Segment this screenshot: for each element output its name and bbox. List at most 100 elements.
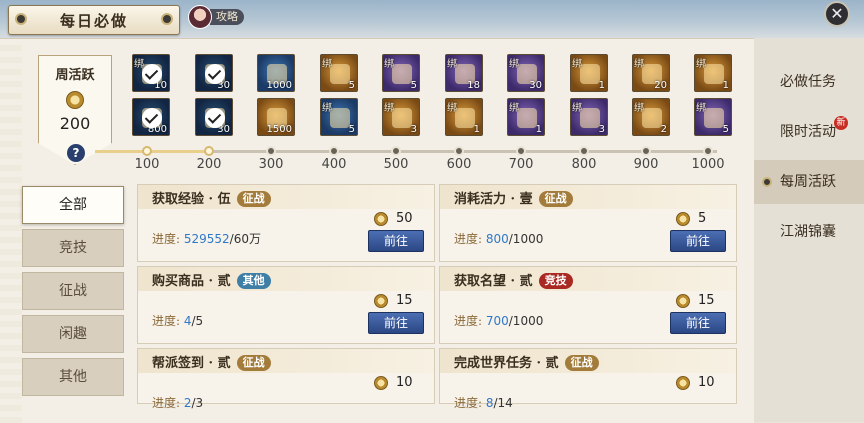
reward-item[interactable]: 绑3: [382, 98, 420, 136]
claimed-check-icon: [205, 108, 225, 128]
task-progress: 进度: 8/14: [454, 394, 513, 411]
reward-item[interactable]: 800: [132, 98, 170, 136]
task-reward-value: 10: [396, 375, 413, 390]
task-name: 购买商品 · 贰: [152, 274, 231, 289]
bound-tag: 绑: [384, 103, 394, 114]
top-bar: 每日必做 攻略 ✕: [0, 0, 864, 38]
milestone-label: 500: [383, 157, 409, 172]
task-progress: 进度: 800/1000: [454, 230, 543, 247]
milestone-label: 600: [446, 157, 472, 172]
task-card: 帮派签到 · 贰征战 10 进度: 2/3: [137, 348, 435, 410]
reward-item-icon: [392, 64, 412, 84]
close-button[interactable]: ✕: [824, 1, 850, 27]
task-card: 消耗活力 · 壹征战 5 进度: 800/1000 前往: [439, 184, 737, 262]
reward-item[interactable]: 绑5: [382, 54, 420, 92]
reward-item[interactable]: 绑5: [320, 54, 358, 92]
bound-tag: 绑: [322, 59, 332, 70]
reward-item[interactable]: 绑5: [694, 98, 732, 136]
milestone-node: [641, 146, 651, 156]
reward-item[interactable]: 绑 18: [445, 54, 483, 92]
go-button[interactable]: 前往: [670, 312, 726, 334]
progress-total: /5: [191, 314, 204, 328]
progress-label: 进度:: [454, 314, 486, 328]
task-title: 购买商品 · 贰其他: [152, 270, 271, 289]
reward-item-icon: [517, 108, 537, 128]
reward-item[interactable]: 绑1: [570, 54, 608, 92]
milestone-label: 1000: [691, 157, 725, 172]
task-category-badge: 竞技: [538, 273, 573, 289]
reward-item[interactable]: 30: [195, 98, 233, 136]
task-name: 完成世界任务 · 贰: [454, 356, 559, 371]
progress-current: 529552: [183, 232, 230, 246]
reward-item[interactable]: 30: [195, 54, 233, 92]
reward-coin-icon: [374, 376, 388, 390]
bound-tag: 绑: [696, 59, 706, 70]
reward-coin-icon: [374, 294, 388, 308]
reward-count: 1000: [266, 80, 292, 91]
reward-item[interactable]: 绑1: [694, 54, 732, 92]
task-card: 获取经验 · 伍征战 50 进度: 529552/60万 前往: [137, 184, 435, 262]
progress-current: 4: [183, 314, 192, 328]
task-card: 获取名望 · 贰竞技 15 进度: 700/1000 前往: [439, 266, 737, 344]
category-tab[interactable]: 全部: [22, 186, 124, 224]
reward-coin-icon: [676, 294, 690, 308]
bound-tag: 绑: [322, 103, 332, 114]
go-button[interactable]: 前往: [368, 312, 424, 334]
category-tab[interactable]: 征战: [22, 272, 124, 310]
task-category-badge: 征战: [538, 191, 573, 207]
reward-item[interactable]: 绑 20: [632, 54, 670, 92]
reward-item[interactable]: 绑 30: [507, 54, 545, 92]
task-progress: 进度: 4/5: [152, 312, 203, 329]
reward-count: 1: [722, 80, 729, 91]
task-category-badge: 征战: [564, 355, 599, 371]
reward-item-icon: [704, 108, 724, 128]
task-title: 获取经验 · 伍征战: [152, 188, 271, 207]
progress-current: 700: [485, 314, 509, 328]
task-card: 购买商品 · 贰其他 15 进度: 4/5 前往: [137, 266, 435, 344]
reward-item[interactable]: 绑5: [320, 98, 358, 136]
task-category-badge: 征战: [236, 191, 271, 207]
reward-item[interactable]: 1500: [257, 98, 295, 136]
page-title: 每日必做: [59, 12, 128, 30]
guide-button[interactable]: 攻略: [188, 5, 248, 29]
reward-count: 1500: [266, 124, 292, 135]
nav-item[interactable]: 限时活动新: [754, 110, 864, 154]
reward-item[interactable]: 绑 10: [132, 54, 170, 92]
category-tab[interactable]: 闲趣: [22, 315, 124, 353]
activity-title: 周活跃: [55, 68, 95, 83]
reward-count: 1: [598, 80, 605, 91]
go-button[interactable]: 前往: [670, 230, 726, 252]
milestone-node: [703, 146, 713, 156]
milestone-node: [204, 146, 214, 156]
claimed-check-icon: [142, 108, 162, 128]
reward-item[interactable]: 绑1: [507, 98, 545, 136]
nav-item[interactable]: 必做任务: [754, 60, 864, 104]
reward-item[interactable]: 绑3: [570, 98, 608, 136]
reward-item[interactable]: 绑2: [632, 98, 670, 136]
progress-current: 800: [485, 232, 509, 246]
progress-total: /1000: [508, 232, 544, 246]
reward-count: 2: [660, 124, 667, 135]
milestone-node: [266, 146, 276, 156]
bound-tag: 绑: [509, 59, 519, 70]
bound-tag: 绑: [572, 103, 582, 114]
reward-item[interactable]: 1000: [257, 54, 295, 92]
help-icon[interactable]: ?: [67, 144, 85, 162]
milestone-label: 900: [633, 157, 659, 172]
category-tab[interactable]: 其他: [22, 358, 124, 396]
nav-item[interactable]: 每周活跃: [754, 160, 864, 204]
nav-item[interactable]: 江湖锦囊: [754, 210, 864, 254]
claimed-check-icon: [205, 64, 225, 84]
progress-label: 进度:: [454, 232, 486, 246]
milestone-label: 700: [508, 157, 534, 172]
reward-item[interactable]: 绑1: [445, 98, 483, 136]
reward-count: 5: [722, 124, 729, 135]
task-name: 获取名望 · 贰: [454, 274, 533, 289]
progress-total: /60万: [229, 232, 261, 246]
task-title: 帮派签到 · 贰征战: [152, 352, 271, 371]
category-tab[interactable]: 竞技: [22, 229, 124, 267]
reward-item-icon: [455, 108, 475, 128]
milestone-node: [142, 146, 152, 156]
task-reward-value: 15: [698, 293, 715, 308]
go-button[interactable]: 前往: [368, 230, 424, 252]
